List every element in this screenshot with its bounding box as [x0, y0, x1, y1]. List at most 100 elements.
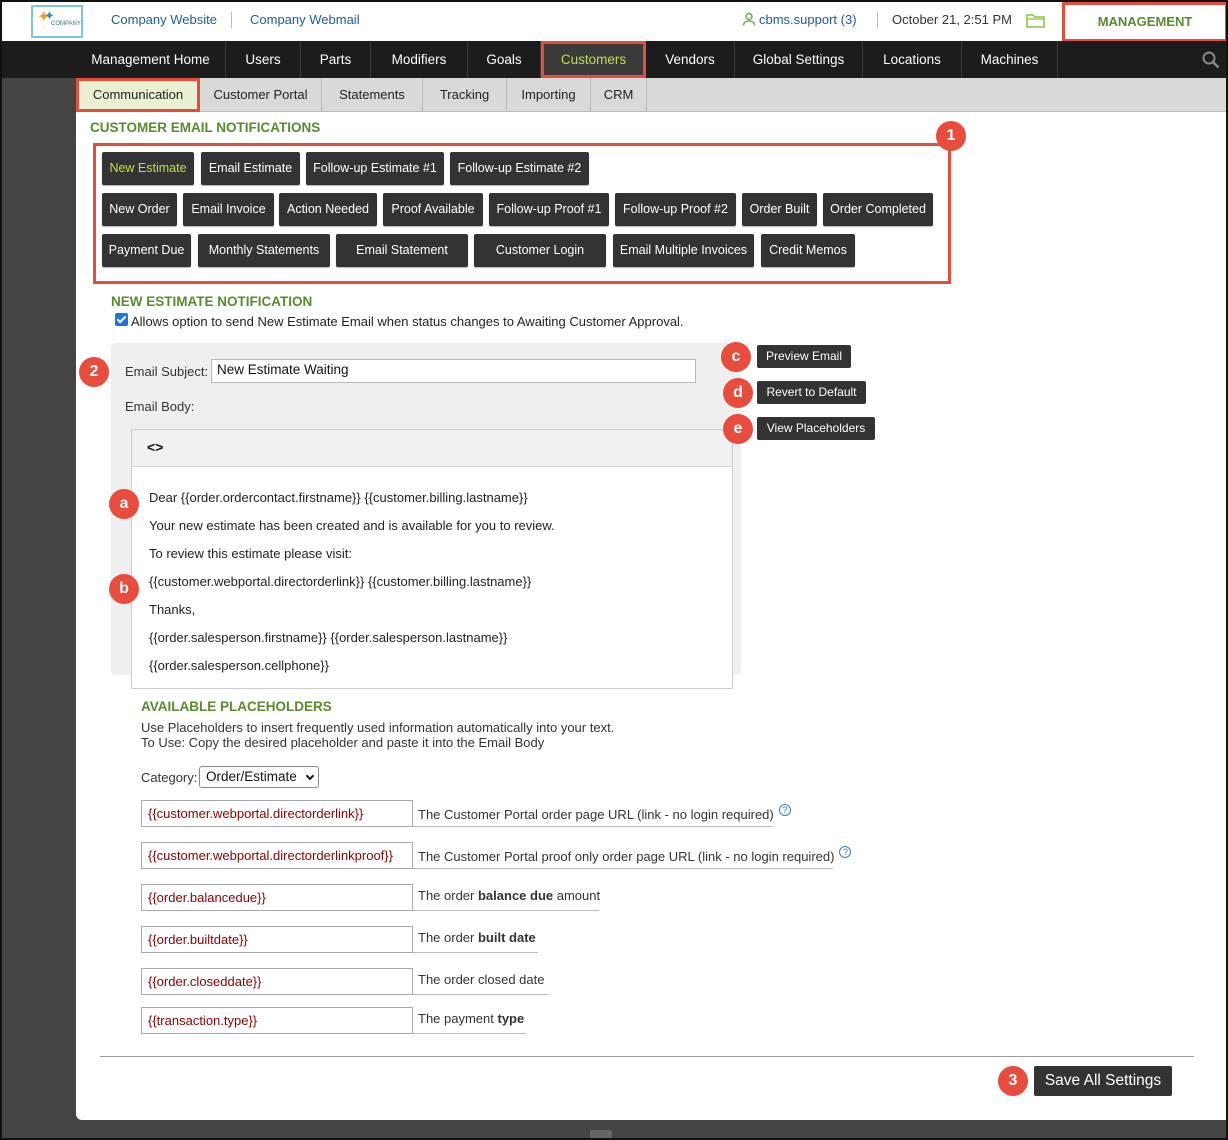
- placeholder-description: The order balance due amount: [413, 884, 601, 911]
- placeholder-description-text: The order closed date: [418, 972, 545, 987]
- callout-badge: a: [109, 489, 139, 519]
- btn-payment-due[interactable]: Payment Due: [102, 234, 191, 267]
- btn-new-order[interactable]: New Order: [102, 193, 177, 226]
- placeholder-description: The payment type: [413, 1007, 526, 1034]
- email-body-editor[interactable]: <> Dear {{order.ordercontact.firstname}}…: [131, 429, 733, 689]
- main-nav: Management Home Users Parts Modifiers Go…: [2, 41, 1226, 78]
- btn-follow-up-proof-2[interactable]: Follow-up Proof #2: [615, 193, 736, 226]
- category-select[interactable]: Order/Estimate: [199, 766, 319, 788]
- placeholder-description-bold: balance due: [477, 888, 554, 903]
- nav-customers[interactable]: Customers: [541, 41, 646, 78]
- btn-follow-up-proof-1[interactable]: Follow-up Proof #1: [489, 193, 609, 226]
- editor-toolbar: <>: [132, 430, 732, 467]
- revert-to-default-button[interactable]: Revert to Default: [757, 381, 866, 404]
- placeholder-description-text: The Customer Portal proof only order pag…: [418, 849, 835, 864]
- btn-proof-available[interactable]: Proof Available: [383, 193, 483, 226]
- btn-credit-memos[interactable]: Credit Memos: [761, 234, 855, 267]
- view-placeholders-button[interactable]: View Placeholders: [757, 417, 875, 440]
- placeholder-code-field[interactable]: {{order.builtdate}}: [141, 926, 413, 953]
- company-website-link[interactable]: Company Website: [111, 12, 217, 27]
- subnav-crm[interactable]: CRM: [591, 78, 647, 112]
- callout-badge: e: [723, 414, 753, 444]
- subnav-tracking[interactable]: Tracking: [423, 78, 507, 112]
- placeholder-description-bold: type: [497, 1011, 525, 1026]
- company-logo[interactable]: ✦ ✦ COMPANY: [31, 5, 83, 38]
- folder-icon[interactable]: [1026, 12, 1046, 28]
- btn-email-multiple-invoices[interactable]: Email Multiple Invoices: [613, 234, 754, 267]
- callout-badge: b: [109, 574, 139, 604]
- btn-monthly-statements[interactable]: Monthly Statements: [198, 234, 330, 267]
- placeholder-description: The order built date: [413, 926, 538, 953]
- placeholder-description-text: The payment: [418, 1011, 498, 1026]
- scroll-handle[interactable]: [590, 1130, 612, 1138]
- subnav-statements[interactable]: Statements: [322, 78, 423, 112]
- btn-email-estimate[interactable]: Email Estimate: [201, 152, 300, 185]
- code-view-icon[interactable]: <>: [147, 439, 163, 455]
- btn-order-completed[interactable]: Order Completed: [823, 193, 933, 226]
- email-subject-label: Email Subject:: [125, 364, 209, 379]
- preview-email-button[interactable]: Preview Email: [757, 345, 851, 368]
- user-icon: [742, 12, 756, 26]
- placeholders-help-line: To Use: Copy the desired placeholder and…: [141, 735, 545, 750]
- nav-vendors[interactable]: Vendors: [646, 41, 735, 78]
- sub-nav: Communication Customer Portal Statements…: [76, 78, 1226, 112]
- placeholder-code-field[interactable]: {{order.closeddate}}: [141, 968, 413, 995]
- btn-follow-up-estimate-1[interactable]: Follow-up Estimate #1: [306, 152, 444, 185]
- email-body-label: Email Body:: [125, 399, 195, 414]
- btn-action-needed[interactable]: Action Needed: [279, 193, 377, 226]
- placeholder-code-field[interactable]: {{customer.webportal.directorderlink}}: [141, 800, 413, 827]
- top-bar: ✦ ✦ COMPANY Company Website Company Webm…: [2, 2, 1228, 42]
- btn-order-built[interactable]: Order Built: [742, 193, 817, 226]
- company-webmail-link[interactable]: Company Webmail: [250, 12, 360, 27]
- management-link[interactable]: MANAGEMENT: [1062, 2, 1228, 42]
- callout-badge: 3: [998, 1066, 1028, 1096]
- callout-badge: 1: [936, 121, 966, 151]
- nav-users[interactable]: Users: [226, 41, 301, 78]
- placeholder-description-text: The order: [418, 930, 478, 945]
- chevron-down-icon: [305, 771, 315, 781]
- placeholder-description-bold: built date: [477, 930, 536, 945]
- placeholder-code-field[interactable]: {{transaction.type}}: [141, 1007, 413, 1034]
- placeholder-code-field[interactable]: {{customer.webportal.directorderlinkproo…: [141, 842, 413, 869]
- email-body-content[interactable]: Dear {{order.ordercontact.firstname}} {{…: [149, 490, 555, 686]
- email-subject-input[interactable]: New Estimate Waiting: [211, 359, 696, 383]
- btn-email-statement[interactable]: Email Statement: [336, 234, 468, 267]
- callout-badge: 2: [79, 357, 109, 387]
- btn-customer-login[interactable]: Customer Login: [474, 234, 606, 267]
- logo-text: COMPANY: [51, 21, 81, 27]
- placeholders-help-line: Use Placeholders to insert frequently us…: [141, 720, 615, 735]
- nav-modifiers[interactable]: Modifiers: [371, 41, 468, 78]
- nav-parts[interactable]: Parts: [301, 41, 371, 78]
- callout-badge: d: [723, 378, 753, 408]
- send-email-checkbox[interactable]: [115, 313, 128, 326]
- btn-email-invoice[interactable]: Email Invoice: [183, 193, 274, 226]
- nav-global-settings[interactable]: Global Settings: [735, 41, 863, 78]
- subnav-customer-portal[interactable]: Customer Portal: [200, 78, 322, 112]
- subnav-communication[interactable]: Communication: [76, 78, 200, 112]
- body-line: Dear {{order.ordercontact.firstname}} {{…: [149, 490, 528, 505]
- nav-locations[interactable]: Locations: [863, 41, 962, 78]
- nav-management-home[interactable]: Management Home: [76, 41, 226, 78]
- btn-follow-up-estimate-2[interactable]: Follow-up Estimate #2: [450, 152, 589, 185]
- save-all-settings-button[interactable]: Save All Settings: [1034, 1066, 1172, 1096]
- send-email-checkbox-label: Allows option to send New Estimate Email…: [131, 314, 684, 329]
- subnav-importing[interactable]: Importing: [507, 78, 591, 112]
- body-line: Thanks,: [149, 602, 196, 617]
- user-menu[interactable]: cbms.support (3): [742, 12, 857, 27]
- nav-goals[interactable]: Goals: [468, 41, 541, 78]
- nav-machines[interactable]: Machines: [962, 41, 1058, 78]
- body-line: {{order.salesperson.firstname}} {{order.…: [149, 630, 508, 645]
- search-icon[interactable]: [1202, 51, 1220, 69]
- placeholder-code-field[interactable]: {{order.balancedue}}: [141, 884, 413, 911]
- body-line: To review this estimate please visit:: [149, 546, 353, 561]
- btn-new-estimate[interactable]: New Estimate: [102, 152, 194, 185]
- body-line: {{customer.webportal.directorderlink}} {…: [149, 574, 532, 589]
- placeholders-title: AVAILABLE PLACEHOLDERS: [141, 699, 332, 714]
- placeholder-description-text: amount: [553, 888, 601, 903]
- user-name: cbms.support (3): [759, 12, 857, 27]
- body-line: Your new estimate has been created and i…: [149, 518, 555, 533]
- divider: [231, 12, 232, 28]
- divider: [100, 1056, 1194, 1057]
- category-label: Category:: [141, 770, 198, 785]
- help-icon[interactable]: ?: [778, 804, 791, 816]
